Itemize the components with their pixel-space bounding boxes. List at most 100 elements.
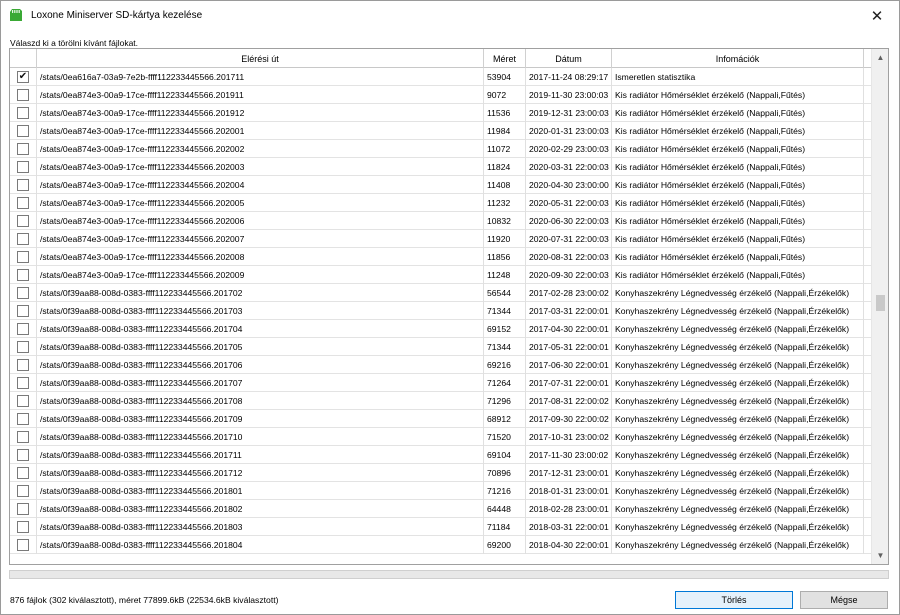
column-header-info[interactable]: Infomációk xyxy=(612,49,864,68)
table-row[interactable]: /stats/0f39aa88-008d-0383-ffff1122334455… xyxy=(10,320,872,338)
vertical-scrollbar[interactable]: ▲ ▼ xyxy=(871,49,888,564)
table-row[interactable]: /stats/0f39aa88-008d-0383-ffff1122334455… xyxy=(10,482,872,500)
status-text: 876 fájlok (302 kiválasztott), méret 778… xyxy=(10,595,279,605)
row-checkbox[interactable] xyxy=(17,341,29,353)
row-checkbox[interactable] xyxy=(17,467,29,479)
table-row[interactable]: /stats/0f39aa88-008d-0383-ffff1122334455… xyxy=(10,500,872,518)
scroll-up-icon[interactable]: ▲ xyxy=(872,49,888,66)
row-checkbox-cell xyxy=(10,410,37,428)
row-checkbox[interactable] xyxy=(17,89,29,101)
row-checkbox[interactable] xyxy=(17,125,29,137)
table-row[interactable]: ✔ /stats/0ea616a7-03a9-7e2b-ffff112233445… xyxy=(10,68,872,86)
row-checkbox-cell xyxy=(10,284,37,302)
row-checkbox[interactable] xyxy=(17,269,29,281)
close-icon: ✕ xyxy=(870,8,884,25)
row-checkbox[interactable] xyxy=(17,305,29,317)
row-checkbox[interactable] xyxy=(17,431,29,443)
table-row[interactable]: /stats/0f39aa88-008d-0383-ffff1122334455… xyxy=(10,446,872,464)
column-header-date[interactable]: Dátum xyxy=(526,49,612,68)
date-cell: 2017-07-31 22:00:01 xyxy=(526,374,612,392)
size-cell: 71216 xyxy=(484,482,526,500)
progress-bar xyxy=(9,570,889,579)
table-row[interactable]: /stats/0ea874e3-00a9-17ce-ffff1122334455… xyxy=(10,104,872,122)
table-row[interactable]: /stats/0ea874e3-00a9-17ce-ffff1122334455… xyxy=(10,194,872,212)
row-checkbox[interactable] xyxy=(17,323,29,335)
row-checkbox[interactable] xyxy=(17,485,29,497)
info-cell: Kis radiátor Hőmérséklet érzékelő (Nappa… xyxy=(612,230,864,248)
size-cell: 69104 xyxy=(484,446,526,464)
delete-button[interactable]: Törlés xyxy=(675,591,793,609)
table-row[interactable]: /stats/0f39aa88-008d-0383-ffff1122334455… xyxy=(10,428,872,446)
date-cell: 2018-03-31 22:00:01 xyxy=(526,518,612,536)
table-row[interactable]: /stats/0ea874e3-00a9-17ce-ffff1122334455… xyxy=(10,248,872,266)
column-header-select[interactable] xyxy=(10,49,37,68)
row-checkbox[interactable] xyxy=(17,197,29,209)
column-header-path[interactable]: Elérési út xyxy=(37,49,484,68)
size-cell: 69200 xyxy=(484,536,526,554)
table-row[interactable]: /stats/0f39aa88-008d-0383-ffff1122334455… xyxy=(10,284,872,302)
path-cell: /stats/0ea616a7-03a9-7e2b-ffff1122334455… xyxy=(37,68,484,86)
info-cell: Konyhaszekrény Légnedvesség érzékelő (Na… xyxy=(612,320,864,338)
path-cell: /stats/0f39aa88-008d-0383-ffff1122334455… xyxy=(37,446,484,464)
grid-body: ✔ /stats/0ea616a7-03a9-7e2b-ffff112233445… xyxy=(10,68,872,564)
table-row[interactable]: /stats/0ea874e3-00a9-17ce-ffff1122334455… xyxy=(10,230,872,248)
table-row[interactable]: /stats/0f39aa88-008d-0383-ffff1122334455… xyxy=(10,518,872,536)
table-row[interactable]: /stats/0ea874e3-00a9-17ce-ffff1122334455… xyxy=(10,140,872,158)
title-bar: Loxone Miniserver SD-kártya kezelése ✕ xyxy=(1,1,899,31)
row-checkbox[interactable] xyxy=(17,161,29,173)
date-cell: 2019-12-31 23:00:03 xyxy=(526,104,612,122)
table-row[interactable]: /stats/0f39aa88-008d-0383-ffff1122334455… xyxy=(10,302,872,320)
cancel-button[interactable]: Mégse xyxy=(800,591,888,609)
scroll-thumb[interactable] xyxy=(876,295,885,311)
row-checkbox[interactable] xyxy=(17,539,29,551)
table-row[interactable]: /stats/0ea874e3-00a9-17ce-ffff1122334455… xyxy=(10,266,872,284)
row-checkbox[interactable] xyxy=(17,179,29,191)
checkmark-icon: ✔ xyxy=(18,71,28,82)
close-button[interactable]: ✕ xyxy=(855,1,899,31)
table-row[interactable]: /stats/0f39aa88-008d-0383-ffff1122334455… xyxy=(10,338,872,356)
table-row[interactable]: /stats/0ea874e3-00a9-17ce-ffff1122334455… xyxy=(10,158,872,176)
path-cell: /stats/0f39aa88-008d-0383-ffff1122334455… xyxy=(37,356,484,374)
info-cell: Konyhaszekrény Légnedvesség érzékelő (Na… xyxy=(612,338,864,356)
row-checkbox[interactable] xyxy=(17,287,29,299)
column-header-size[interactable]: Méret xyxy=(484,49,526,68)
date-cell: 2017-10-31 23:00:02 xyxy=(526,428,612,446)
row-checkbox[interactable] xyxy=(17,413,29,425)
row-checkbox[interactable] xyxy=(17,449,29,461)
size-cell: 11856 xyxy=(484,248,526,266)
path-cell: /stats/0f39aa88-008d-0383-ffff1122334455… xyxy=(37,500,484,518)
row-checkbox[interactable] xyxy=(17,215,29,227)
table-row[interactable]: /stats/0ea874e3-00a9-17ce-ffff1122334455… xyxy=(10,176,872,194)
table-row[interactable]: /stats/0f39aa88-008d-0383-ffff1122334455… xyxy=(10,410,872,428)
path-cell: /stats/0f39aa88-008d-0383-ffff1122334455… xyxy=(37,464,484,482)
table-row[interactable]: /stats/0ea874e3-00a9-17ce-ffff1122334455… xyxy=(10,212,872,230)
file-grid[interactable]: Elérési út Méret Dátum Infomációk ✔ /stat… xyxy=(9,48,889,565)
date-cell: 2020-08-31 22:00:03 xyxy=(526,248,612,266)
row-checkbox[interactable] xyxy=(17,143,29,155)
table-row[interactable]: /stats/0f39aa88-008d-0383-ffff1122334455… xyxy=(10,464,872,482)
row-checkbox[interactable] xyxy=(17,107,29,119)
row-checkbox[interactable] xyxy=(17,521,29,533)
table-row[interactable]: /stats/0ea874e3-00a9-17ce-ffff1122334455… xyxy=(10,122,872,140)
row-checkbox[interactable]: ✔ xyxy=(17,71,29,83)
path-cell: /stats/0ea874e3-00a9-17ce-ffff1122334455… xyxy=(37,266,484,284)
table-row[interactable]: /stats/0ea874e3-00a9-17ce-ffff1122334455… xyxy=(10,86,872,104)
row-checkbox-cell xyxy=(10,320,37,338)
row-checkbox[interactable] xyxy=(17,251,29,263)
scroll-down-icon[interactable]: ▼ xyxy=(872,547,888,564)
path-cell: /stats/0f39aa88-008d-0383-ffff1122334455… xyxy=(37,374,484,392)
row-checkbox[interactable] xyxy=(17,503,29,515)
row-checkbox[interactable] xyxy=(17,359,29,371)
path-cell: /stats/0ea874e3-00a9-17ce-ffff1122334455… xyxy=(37,140,484,158)
row-checkbox[interactable] xyxy=(17,233,29,245)
table-row[interactable]: /stats/0f39aa88-008d-0383-ffff1122334455… xyxy=(10,374,872,392)
path-cell: /stats/0ea874e3-00a9-17ce-ffff1122334455… xyxy=(37,212,484,230)
row-checkbox[interactable] xyxy=(17,395,29,407)
table-row[interactable]: /stats/0f39aa88-008d-0383-ffff1122334455… xyxy=(10,536,872,554)
table-row[interactable]: /stats/0f39aa88-008d-0383-ffff1122334455… xyxy=(10,356,872,374)
row-checkbox-cell xyxy=(10,194,37,212)
table-row[interactable]: /stats/0f39aa88-008d-0383-ffff1122334455… xyxy=(10,392,872,410)
info-cell: Konyhaszekrény Légnedvesség érzékelő (Na… xyxy=(612,446,864,464)
row-checkbox[interactable] xyxy=(17,377,29,389)
row-checkbox-cell xyxy=(10,446,37,464)
